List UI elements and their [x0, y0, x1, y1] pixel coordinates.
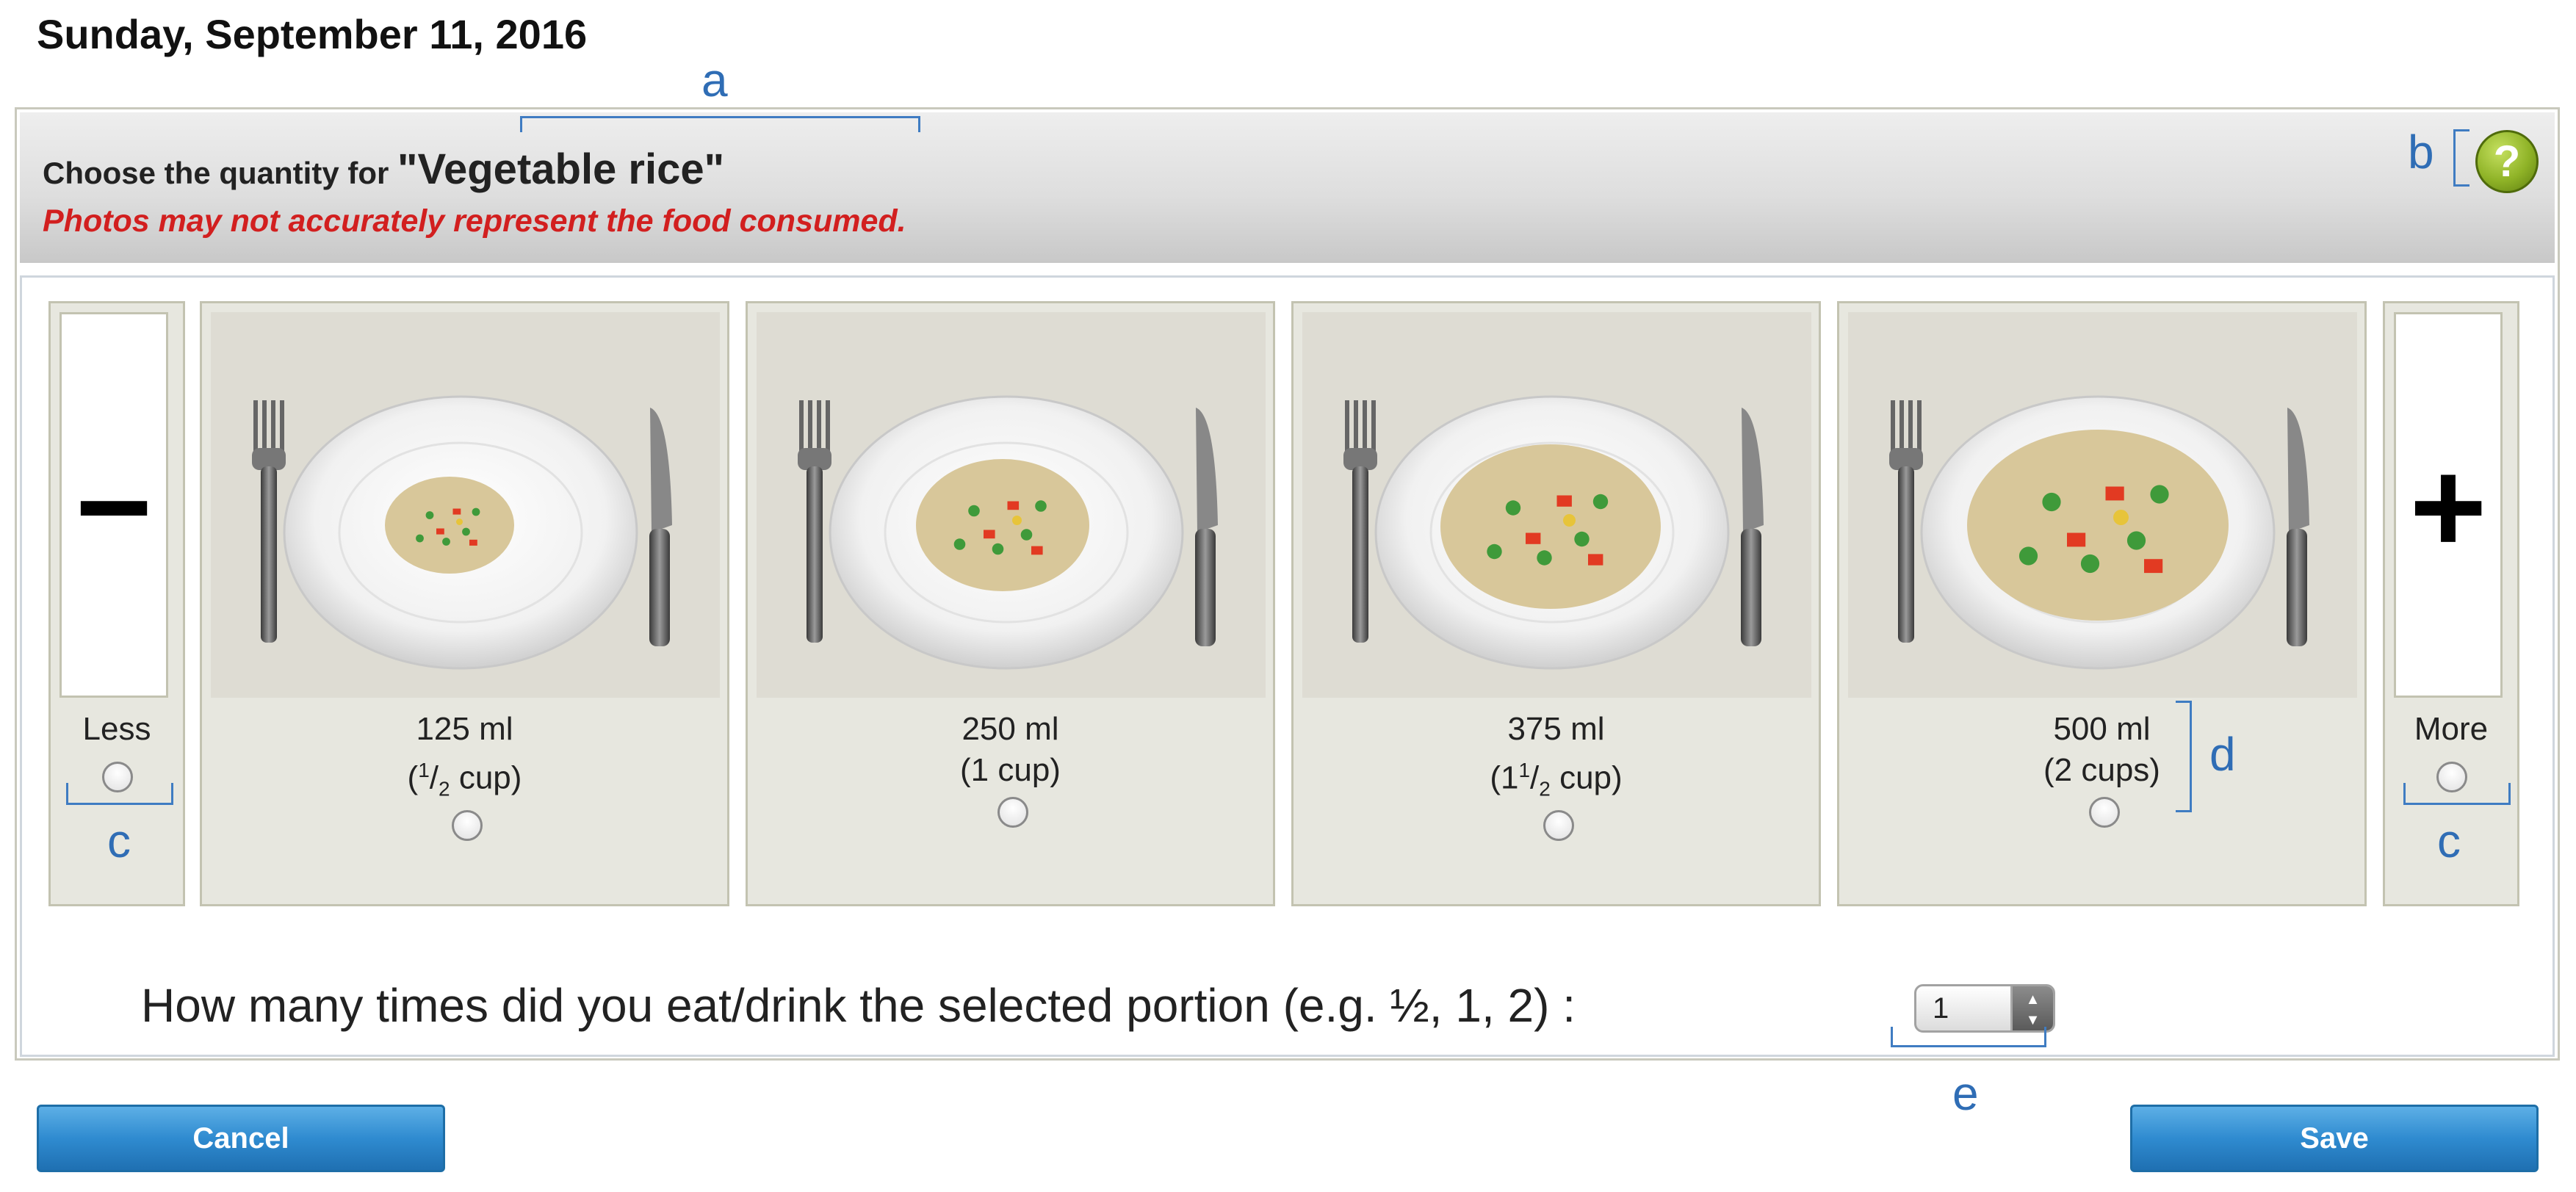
plus-icon: +	[2409, 433, 2487, 581]
quantity-select[interactable]: 1 ▲ ▼	[1914, 984, 2055, 1033]
annotation-b: b	[2408, 126, 2434, 178]
annotation-d-bracket	[2176, 701, 2192, 812]
help-symbol: ?	[2493, 137, 2521, 186]
annotation-c-left-bracket	[66, 783, 173, 805]
fraction-denominator: 2	[1539, 777, 1551, 801]
annotation-c-right-bracket	[2403, 783, 2511, 805]
help-icon[interactable]: ?	[2475, 130, 2539, 193]
portion-panel: Choose the quantity for "Vegetable rice"…	[15, 107, 2560, 1061]
portion-card-250[interactable]: 250 ml (1 cup)	[746, 301, 1275, 906]
vegetable-rice-plate-image	[1302, 312, 1811, 698]
annotation-c-right: c	[2437, 814, 2461, 867]
choose-prompt: Choose the quantity for	[43, 156, 389, 190]
fraction-numerator: 1	[1518, 759, 1531, 781]
date-heading: Sunday, September 11, 2016	[37, 11, 588, 57]
vegetable-rice-plate-image	[1848, 312, 2357, 698]
fraction-whole: 1	[1500, 759, 1519, 796]
portion-photo-250[interactable]	[757, 312, 1266, 698]
vegetable-rice-plate-image	[211, 312, 720, 698]
portion-radio-125[interactable]	[452, 810, 483, 841]
portion-radio-375[interactable]	[1543, 810, 1574, 841]
annotation-e: e	[1952, 1067, 1979, 1120]
portion-card-375[interactable]: 375 ml (11/2 cup)	[1291, 301, 1821, 906]
chevron-updown-icon: ▲ ▼	[2010, 986, 2053, 1030]
less-button[interactable]: −	[59, 312, 168, 698]
portion-photo-500[interactable]	[1848, 312, 2357, 698]
annotation-c-left: c	[107, 814, 131, 867]
portion-card-500[interactable]: 500 ml (2 cups)	[1837, 301, 2367, 906]
portion-photo-125[interactable]	[211, 312, 720, 698]
annotation-e-bracket	[1891, 1027, 2046, 1047]
portion-radio-500[interactable]	[2089, 797, 2120, 828]
times-question: How many times did you eat/drink the sel…	[141, 979, 1576, 1032]
minus-icon: −	[75, 433, 153, 581]
portion-card-125[interactable]: 125 ml (1/2 cup)	[200, 301, 729, 906]
portion-cup-250: (1 cup)	[960, 752, 1061, 788]
portion-selection-area: − Less 125 ml (1/2 cup) 250 ml (1 cup) 3…	[20, 275, 2555, 1057]
panel-header: Choose the quantity for "Vegetable rice"…	[20, 112, 2555, 263]
less-label: Less	[82, 711, 151, 747]
cancel-button[interactable]: Cancel	[37, 1105, 445, 1172]
portion-amount-500: 500 ml	[2053, 711, 2151, 747]
annotation-a-bracket	[520, 116, 920, 132]
portion-amount-250: 250 ml	[962, 711, 1059, 747]
more-label: More	[2414, 711, 2489, 747]
annotation-a: a	[701, 54, 728, 106]
portion-photo-375[interactable]	[1302, 312, 1811, 698]
portion-radio-250[interactable]	[997, 797, 1028, 828]
more-button[interactable]: +	[2394, 312, 2503, 698]
portion-cup-375: (11/2 cup)	[1490, 759, 1623, 801]
vegetable-rice-plate-image	[757, 312, 1266, 698]
portion-cup-125: (1/2 cup)	[407, 759, 522, 801]
cup-unit: cup	[458, 759, 511, 796]
portion-cup-500: (2 cups)	[2043, 752, 2160, 788]
save-button[interactable]: Save	[2130, 1105, 2539, 1172]
annotation-b-bracket	[2453, 129, 2469, 187]
cup-unit: cup	[1559, 759, 1612, 796]
photo-warning: Photos may not accurately represent the …	[43, 203, 906, 239]
quantity-value: 1	[1933, 992, 1949, 1025]
fraction-numerator: 1	[418, 759, 430, 781]
portion-amount-125: 125 ml	[416, 711, 513, 747]
food-name: "Vegetable rice"	[397, 145, 725, 193]
choose-quantity-title: Choose the quantity for "Vegetable rice"	[43, 145, 724, 194]
fraction-denominator: 2	[439, 777, 450, 801]
portion-amount-375: 375 ml	[1507, 711, 1605, 747]
annotation-d: d	[2209, 728, 2236, 781]
